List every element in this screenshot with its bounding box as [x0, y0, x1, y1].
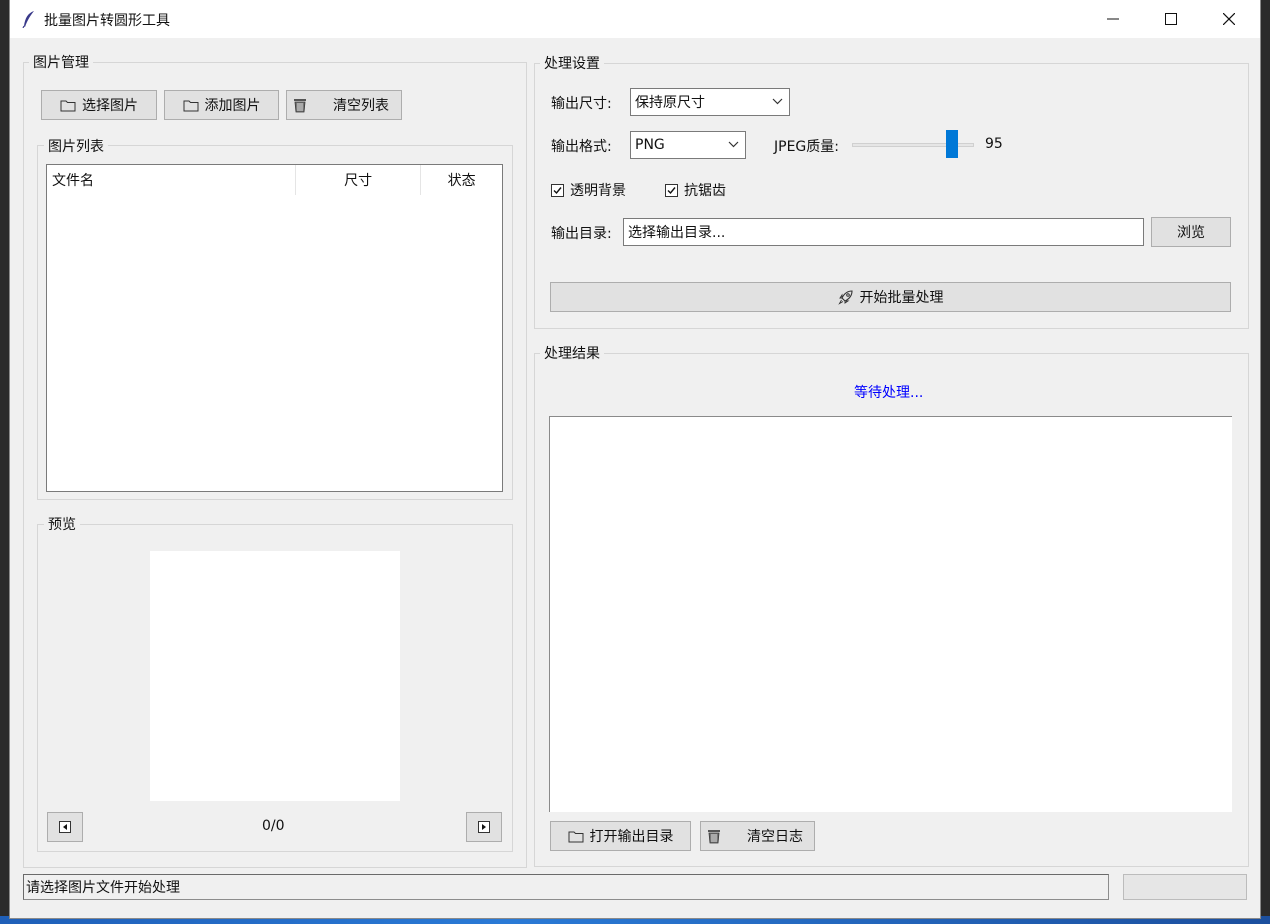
- add-images-label: 添加图片: [204, 98, 261, 114]
- next-image-button[interactable]: [466, 812, 502, 842]
- checkbox-box[interactable]: [665, 183, 678, 197]
- folder-icon: [568, 830, 584, 843]
- column-header-status[interactable]: 状态: [421, 165, 502, 195]
- clear-list-button[interactable]: 清空列表: [286, 90, 402, 120]
- browse-label: 浏览: [1177, 225, 1205, 241]
- transparent-bg-label: 透明背景: [570, 183, 626, 199]
- chevron-down-icon: [728, 141, 739, 148]
- rocket-icon: [837, 289, 854, 305]
- output-dir-label: 输出目录:: [551, 226, 612, 242]
- feather-icon: [22, 11, 34, 28]
- output-format-value: PNG: [635, 137, 665, 153]
- preview-counter: 0/0: [262, 818, 285, 834]
- clear-log-label: 清空日志: [747, 829, 803, 845]
- close-icon: [1223, 13, 1235, 25]
- maximize-button[interactable]: [1142, 0, 1200, 38]
- prev-image-button[interactable]: [47, 812, 83, 842]
- status-bar: 请选择图片文件开始处理: [23, 874, 1109, 900]
- browse-button[interactable]: 浏览: [1151, 217, 1231, 247]
- settings-title: 处理设置: [540, 53, 604, 73]
- image-list-table[interactable]: 文件名 尺寸 状态: [46, 164, 503, 492]
- antialias-label: 抗锯齿: [684, 183, 726, 199]
- column-header-size[interactable]: 尺寸: [296, 165, 422, 195]
- start-batch-button[interactable]: 开始批量处理: [550, 282, 1231, 312]
- image-management-title: 图片管理: [29, 52, 93, 72]
- prev-arrow-icon: [59, 821, 71, 833]
- select-images-label: 选择图片: [82, 98, 138, 114]
- chevron-down-icon: [772, 98, 783, 105]
- add-images-button[interactable]: 添加图片: [164, 90, 279, 120]
- trash-icon: [293, 97, 307, 113]
- maximize-icon: [1165, 13, 1177, 25]
- select-images-button[interactable]: 选择图片: [41, 90, 157, 120]
- preview-title: 预览: [44, 514, 80, 534]
- transparent-bg-checkbox[interactable]: 透明背景: [551, 180, 626, 200]
- checkbox-box[interactable]: [551, 183, 564, 197]
- close-button[interactable]: [1200, 0, 1258, 38]
- jpeg-quality-label: JPEG质量:: [774, 139, 839, 155]
- folder-icon: [60, 99, 76, 112]
- output-format-label: 输出格式:: [551, 139, 612, 155]
- start-batch-label: 开始批量处理: [859, 290, 944, 306]
- title-bar: 批量图片转圆形工具: [10, 0, 1260, 38]
- open-output-dir-label: 打开输出目录: [589, 829, 674, 845]
- clear-log-button[interactable]: 清空日志: [700, 821, 815, 851]
- progress-bar: [1123, 874, 1247, 900]
- output-size-label: 输出尺寸:: [551, 96, 612, 112]
- jpeg-quality-value: 95: [985, 136, 1003, 152]
- image-list-title: 图片列表: [44, 136, 108, 156]
- antialias-checkbox[interactable]: 抗锯齿: [665, 180, 726, 200]
- jpeg-quality-slider-thumb[interactable]: [945, 130, 958, 158]
- checkmark-icon: [553, 186, 562, 194]
- output-size-value: 保持原尺寸: [635, 95, 705, 111]
- output-size-select[interactable]: 保持原尺寸: [630, 88, 790, 116]
- clear-list-label: 清空列表: [333, 98, 389, 114]
- checkmark-icon: [667, 186, 676, 194]
- window-title: 批量图片转圆形工具: [44, 13, 170, 29]
- next-arrow-icon: [478, 821, 490, 833]
- processing-status: 等待处理...: [854, 385, 924, 401]
- status-text: 请选择图片文件开始处理: [26, 880, 180, 896]
- output-dir-value: 选择输出目录...: [628, 225, 726, 241]
- output-format-select[interactable]: PNG: [630, 131, 746, 159]
- open-output-dir-button[interactable]: 打开输出目录: [550, 821, 691, 851]
- column-header-filename[interactable]: 文件名: [47, 165, 296, 195]
- results-title: 处理结果: [540, 343, 604, 363]
- preview-canvas: [150, 551, 400, 801]
- table-header: 文件名 尺寸 状态: [47, 165, 502, 195]
- app-window: 批量图片转圆形工具 图片管理 选择图片 添加图片 清空列表 图片列表 文件名 尺…: [10, 0, 1260, 918]
- output-dir-input[interactable]: 选择输出目录...: [623, 218, 1144, 246]
- trash-icon: [707, 828, 721, 844]
- minimize-icon: [1107, 18, 1119, 20]
- folder-icon: [183, 99, 199, 112]
- minimize-button[interactable]: [1084, 0, 1142, 38]
- log-textarea[interactable]: [549, 416, 1232, 812]
